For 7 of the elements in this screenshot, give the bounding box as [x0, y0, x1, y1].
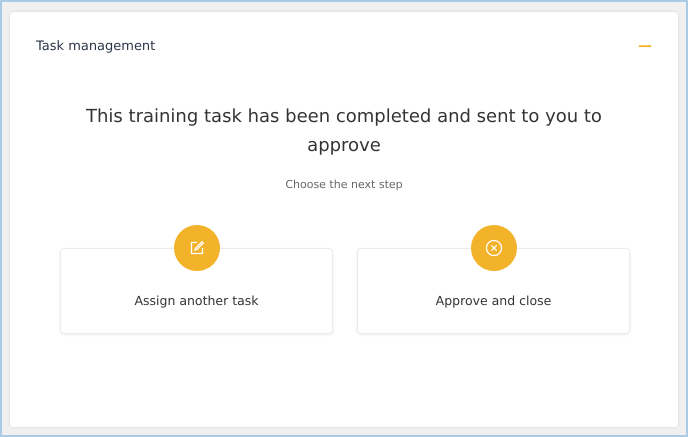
option-card[interactable]: Assign another task: [60, 248, 333, 334]
prompt-text: Choose the next step: [284, 178, 404, 191]
cancel-icon: [484, 239, 502, 257]
status-message: This training task has been completed and sent to you to approve: [85, 105, 603, 158]
option-card[interactable]: Approve and close: [357, 248, 630, 334]
panel-title: Task management: [36, 38, 156, 54]
edit-icon: [188, 240, 204, 256]
